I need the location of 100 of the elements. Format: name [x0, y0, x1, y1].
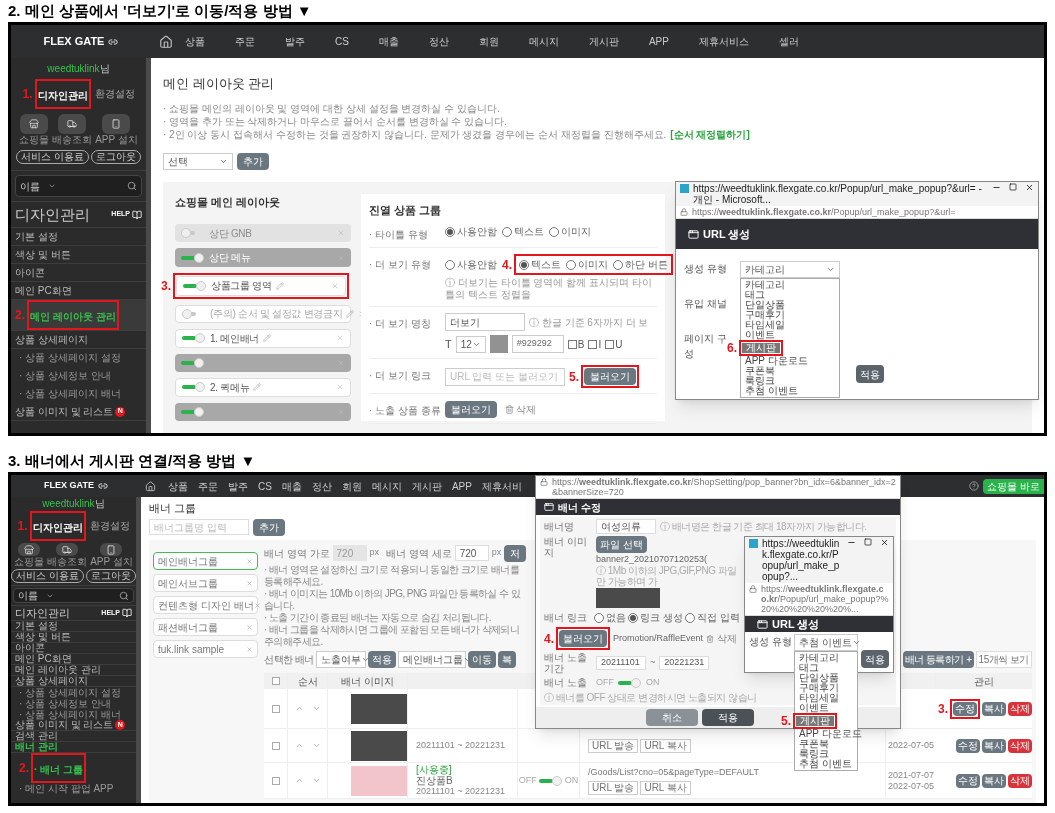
delete-link[interactable]: 삭제 [716, 631, 737, 646]
group-name-field[interactable]: 배너그룹명 입력 [149, 519, 249, 535]
sidebar-item[interactable]: 검색 관리 [15, 731, 58, 741]
move-down-icon[interactable] [311, 704, 321, 713]
radio-button[interactable] [519, 259, 529, 270]
sidebar-tab[interactable]: 환경설정 [94, 89, 135, 99]
dropdown-option[interactable]: 룩링크 [741, 376, 839, 386]
menu-item[interactable]: 셀러 [778, 34, 799, 49]
menu-item[interactable]: CS [258, 478, 272, 494]
dropdown-option[interactable]: 구매후기 [741, 310, 839, 320]
dropdown-option[interactable]: 구매후기 [795, 683, 857, 693]
sidebar-item[interactable]: 색상 및 버튼 [15, 632, 71, 642]
menu-item[interactable]: 제휴서비 [481, 478, 522, 494]
pencil-icon[interactable] [346, 309, 355, 318]
dropdown-option[interactable]: 쿠폰북 [741, 366, 839, 376]
banner-group-item[interactable]: 패션배너그룹 [153, 618, 258, 636]
menu-item[interactable]: 주문 [235, 34, 255, 49]
menu-item[interactable]: 메시지 [528, 34, 559, 49]
url-button[interactable]: URL 복사 [640, 738, 691, 753]
sidebar-item[interactable]: · 상품 상세페이지 배너 [19, 709, 121, 720]
close-icon[interactable] [1025, 183, 1034, 192]
sidebar-tab[interactable]: 디자인관리 [32, 522, 83, 533]
move-down-icon[interactable] [311, 741, 321, 750]
shortcut-button[interactable] [56, 543, 79, 556]
delete-button[interactable]: 삭제 [1008, 701, 1032, 716]
sidebar-item[interactable]: 상품 상세페이지 [15, 676, 88, 686]
toggle-switch[interactable] [182, 382, 206, 393]
menu-item[interactable]: 정산 [311, 478, 332, 494]
copy-button[interactable]: 복사 [982, 773, 1006, 788]
layout-item[interactable]: 2. 퀵메뉴 [175, 378, 351, 397]
sidebar-item[interactable]: 배너 관리 [15, 742, 58, 752]
toggle-switch[interactable] [618, 677, 642, 688]
shortcut-button[interactable] [18, 543, 41, 556]
shortcut-button[interactable] [102, 114, 131, 134]
help-icon[interactable] [969, 481, 980, 491]
color-swatch[interactable] [489, 335, 508, 353]
color-field[interactable]: #929292 [511, 335, 564, 353]
menu-item[interactable]: 제휴서비스 [698, 34, 749, 49]
dropdown-option[interactable]: 추첨 이벤트 [795, 759, 857, 769]
sidebar-item[interactable]: 아이콘 [15, 267, 45, 278]
height-field[interactable]: 720 [454, 545, 489, 561]
dropdown-option[interactable]: 게시판 [742, 343, 780, 353]
radio-button[interactable] [684, 612, 695, 623]
dropdown-option[interactable]: 카테고리 [741, 280, 839, 290]
checkbox[interactable] [271, 741, 280, 750]
close-icon[interactable] [880, 538, 889, 547]
date-field[interactable]: 20211101 [596, 656, 646, 670]
save-button[interactable]: 저 [504, 544, 527, 562]
dropdown-option[interactable]: 추첨 이벤트 [741, 386, 839, 396]
apply-button[interactable]: 적용 [702, 708, 754, 726]
home-icon[interactable] [145, 480, 156, 492]
dropdown[interactable]: 노출여부 [315, 650, 366, 668]
layout-item[interactable]: 상품그룹 영역 [176, 275, 346, 296]
edit-button[interactable]: 수정 [956, 773, 980, 788]
search-field[interactable]: 이름 [15, 175, 142, 197]
file-button[interactable]: 파일 선택 [596, 536, 647, 553]
menu-item[interactable]: 발주 [228, 478, 248, 494]
radio-button[interactable] [566, 259, 576, 270]
text-field[interactable]: 더보기 [445, 313, 525, 331]
pencil-icon[interactable] [275, 281, 284, 290]
menu-item[interactable]: 정산 [428, 34, 449, 49]
load-button[interactable]: 불러오기 [559, 630, 607, 647]
checkbox[interactable] [605, 339, 615, 349]
menu-item[interactable]: 주문 [198, 478, 218, 494]
date-field[interactable]: 20221231 [659, 656, 710, 670]
trash-icon[interactable] [505, 404, 514, 414]
sidebar-item[interactable]: 상품 이미지 및 리스트 [15, 720, 114, 730]
sidebar-item[interactable]: · 메인 시작 팝업 APP [19, 783, 114, 794]
checkbox[interactable] [588, 339, 598, 349]
search-field[interactable]: 이름 [13, 588, 134, 603]
dropdown-option[interactable]: 태그 [741, 290, 839, 300]
apply-button[interactable]: 적용 [856, 365, 884, 383]
checkbox[interactable] [271, 776, 280, 785]
delete-link[interactable]: 삭제 [516, 401, 536, 417]
dropdown-option[interactable]: 이벤트 [795, 703, 857, 713]
sidebar-item[interactable]: 색상 및 버튼 [15, 249, 71, 260]
move-down-icon[interactable] [311, 776, 321, 785]
url-button[interactable]: URL 복사 [640, 781, 691, 796]
dropdown[interactable]: 카테고리 [740, 261, 840, 278]
dropdown-option[interactable]: 타임세일 [741, 320, 839, 330]
per-page-dropdown[interactable]: 15개씩 보기 [975, 650, 1032, 668]
load-button[interactable]: 불러오기 [584, 368, 636, 385]
radio-button[interactable] [502, 226, 512, 237]
sidebar-item[interactable]: · 상품 상세페이지 설정 [19, 687, 121, 698]
banner-group-item[interactable]: 메인배너그룹 [153, 552, 258, 570]
sidebar-item[interactable]: · 상품 상세정보 안내 [19, 698, 111, 709]
menu-item[interactable]: CS [335, 34, 349, 49]
url-button[interactable]: URL 발송 [588, 738, 639, 753]
menu-item[interactable]: 게시판 [588, 34, 619, 49]
button[interactable]: 복 [497, 650, 516, 668]
sidebar-item[interactable]: · 배너 그룹 [34, 764, 83, 775]
url-field[interactable]: URL 입력 또는 불러오기 [445, 367, 565, 386]
sidebar-item[interactable]: 메인 PC화면 [15, 285, 72, 296]
layout-item[interactable] [175, 402, 351, 421]
sidebar-item[interactable]: 메인 레이아웃 관리 [30, 311, 116, 322]
load-button[interactable]: 불러오기 [445, 400, 497, 418]
dropdown-option[interactable]: 게시판 [796, 716, 834, 726]
delete-button[interactable]: 삭제 [1008, 738, 1032, 753]
checkbox[interactable] [567, 339, 577, 349]
search-icon[interactable] [119, 590, 129, 601]
